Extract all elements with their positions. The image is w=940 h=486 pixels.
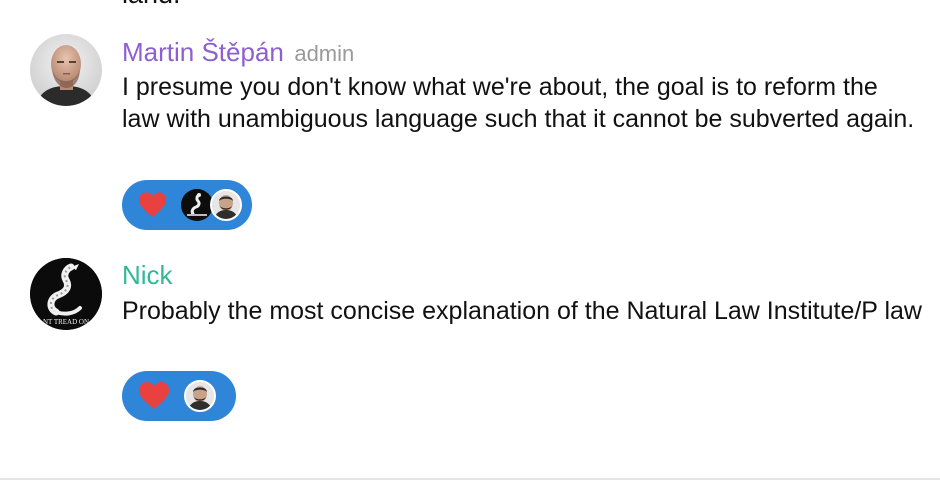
author-name[interactable]: Martin Štěpán	[122, 37, 284, 67]
author-line-nick: Nick	[122, 259, 173, 291]
reactor-avatars	[181, 189, 242, 221]
gadsden-flag-avatar-icon	[181, 189, 213, 221]
author-name[interactable]: Nick	[122, 260, 173, 290]
man-photo-avatar-icon	[210, 189, 242, 221]
man-photo-avatar-icon	[184, 380, 216, 412]
message-text: I presume you don't know what we're abou…	[122, 73, 915, 133]
heart-icon	[138, 192, 167, 217]
avatar-caption: NT TREAD ON	[43, 318, 89, 326]
chat-view: land.	[0, 0, 940, 486]
author-role-badge: admin	[294, 41, 355, 66]
previous-message-text: land.	[122, 0, 181, 10]
reactor-avatars	[184, 380, 216, 412]
bottom-divider	[0, 478, 940, 480]
avatar-nick[interactable]: NT TREAD ON	[30, 258, 102, 330]
bald-man-photo-avatar-icon	[30, 34, 102, 106]
reaction-heart-button[interactable]	[122, 371, 236, 421]
author-line-martin: Martin Štěpán admin	[122, 36, 354, 70]
heart-icon	[139, 382, 169, 409]
avatar-martin[interactable]	[30, 34, 102, 106]
reaction-heart-button[interactable]	[122, 180, 252, 230]
message-text: Probably the most concise explanation of…	[122, 297, 922, 325]
gadsden-flag-avatar-icon: NT TREAD ON	[30, 258, 102, 330]
